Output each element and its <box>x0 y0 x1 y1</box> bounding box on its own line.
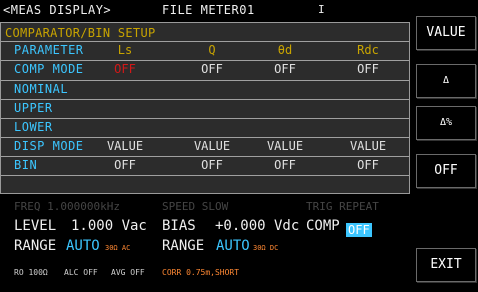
comp-label: COMP <box>306 218 340 234</box>
avg-status: AVG OFF <box>111 268 145 277</box>
alc-status: ALC OFF <box>64 268 98 277</box>
param-q[interactable]: Q <box>176 43 248 57</box>
range-ac-value: AUTO <box>66 238 100 254</box>
level-label: LEVEL <box>14 218 57 234</box>
disp-mode-label: DISP MODE <box>14 139 84 153</box>
divider <box>1 175 409 176</box>
comp-status-value: OFF <box>346 223 372 237</box>
comp-mode-label: COMP MODE <box>14 62 84 76</box>
level-value: 1.000 Vac <box>71 218 147 234</box>
softkey-off-label: OFF <box>434 163 458 178</box>
comparator-setup-panel: COMPARATOR/BIN SETUP PARAMETER Ls Q θd R… <box>0 22 410 194</box>
comp-mode-q-field[interactable]: OFF <box>176 62 248 76</box>
comp-status-badge: OFF <box>346 219 372 238</box>
lower-label: LOWER <box>14 120 53 134</box>
bias-label: BIAS <box>162 218 196 234</box>
range-dc-label: RANGE <box>162 238 205 254</box>
freq-readout: FREQ 1.000000kHz <box>14 200 120 213</box>
display-mode: <MEAS DISPLAY> <box>3 3 112 17</box>
file-name: FILE METER01 <box>162 3 255 17</box>
parameter-row: PARAMETER Ls Q θd Rdc <box>1 42 409 60</box>
range-dc-value: AUTO <box>216 238 250 254</box>
bin-ls-field[interactable]: OFF <box>89 158 161 172</box>
comp-mode-row: COMP MODE OFF OFF OFF OFF <box>1 61 409 79</box>
nominal-row[interactable]: NOMINAL <box>1 81 409 99</box>
disp-mode-q-field[interactable]: VALUE <box>176 139 248 153</box>
softkey-delta-label: Δ <box>442 75 450 86</box>
parameter-label: PARAMETER <box>14 43 84 57</box>
status-area: FREQ 1.000000kHz SPEED SLOW TRIG REPEAT … <box>0 196 410 292</box>
softkey-exit-label: EXIT <box>430 257 462 272</box>
softkey-off-button[interactable]: OFF <box>416 154 476 188</box>
upper-row[interactable]: UPPER <box>1 100 409 118</box>
bias-value: +0.000 Vdc <box>215 218 300 234</box>
trig-readout: TRIG REPEAT <box>306 200 379 213</box>
lower-row[interactable]: LOWER <box>1 119 409 137</box>
softkey-delta-button[interactable]: Δ <box>416 64 476 98</box>
comp-mode-rdc-field[interactable]: OFF <box>332 62 404 76</box>
disp-mode-row: DISP MODE VALUE VALUE VALUE VALUE <box>1 138 409 156</box>
top-bar: <MEAS DISPLAY> FILE METER01 I <box>0 0 410 20</box>
range-dc-note: 30Ω DC <box>253 244 279 252</box>
range-ac-note: 30Ω AC <box>105 244 131 252</box>
panel-title: COMPARATOR/BIN SETUP <box>5 26 156 40</box>
corr-status: CORR 0.75m,SHORT <box>162 268 240 277</box>
softkey-delta-percent-label: Δ% <box>439 117 453 128</box>
text-cursor: I <box>318 3 326 16</box>
softkey-value-label: VALUE <box>426 25 466 40</box>
param-rdc[interactable]: Rdc <box>332 43 404 57</box>
bin-row: BIN OFF OFF OFF OFF <box>1 157 409 175</box>
softkey-value-button[interactable]: VALUE <box>416 16 476 50</box>
ro-status: RO 100Ω <box>14 268 48 277</box>
bin-q-field[interactable]: OFF <box>176 158 248 172</box>
speed-readout: SPEED SLOW <box>162 200 229 213</box>
disp-mode-ls-field[interactable]: VALUE <box>89 139 161 153</box>
bin-rdc-field[interactable]: OFF <box>332 158 404 172</box>
upper-label: UPPER <box>14 101 53 115</box>
range-ac-label: RANGE <box>14 238 57 254</box>
comp-mode-theta-field[interactable]: OFF <box>249 62 321 76</box>
disp-mode-theta-field[interactable]: VALUE <box>249 139 321 153</box>
disp-mode-rdc-field[interactable]: VALUE <box>332 139 404 153</box>
nominal-label: NOMINAL <box>14 82 69 96</box>
comp-mode-ls-field[interactable]: OFF <box>89 62 161 76</box>
bin-label: BIN <box>14 158 38 172</box>
softkey-exit-button[interactable]: EXIT <box>416 248 476 282</box>
param-ls[interactable]: Ls <box>89 43 161 57</box>
param-theta[interactable]: θd <box>249 43 321 57</box>
bin-theta-field[interactable]: OFF <box>249 158 321 172</box>
softkey-delta-percent-button[interactable]: Δ% <box>416 106 476 140</box>
